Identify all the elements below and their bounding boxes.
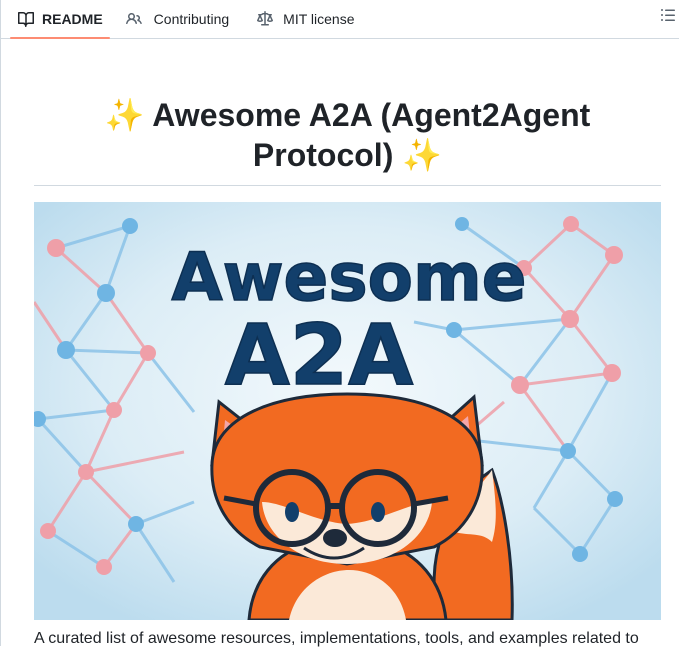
tab-readme[interactable]: README: [10, 0, 110, 39]
readme-intro-text: A curated list of awesome resources, imp…: [34, 630, 639, 647]
readme-title: ✨ Awesome A2A (Agent2Agent Protocol) ✨: [34, 95, 661, 175]
title-divider: [34, 185, 661, 186]
tab-readme-label: README: [42, 11, 103, 27]
sparkles-emoji: ✨: [104, 97, 145, 133]
outline-toggle-button[interactable]: [660, 7, 676, 23]
people-icon: [125, 11, 142, 27]
law-icon: [257, 11, 274, 27]
sparkles-emoji: ✨: [402, 137, 443, 173]
list-unordered-icon: [660, 9, 676, 27]
readme-panel: README Contributing MIT license ✨ Awesom…: [0, 0, 679, 647]
banner-text-a2a: A2A: [225, 306, 413, 404]
tab-contributing[interactable]: Contributing: [125, 0, 230, 38]
tab-contributing-label: Contributing: [153, 11, 230, 27]
readme-title-line1: Awesome A2A (Agent2Agent: [152, 97, 591, 133]
book-icon: [18, 11, 34, 27]
tab-license-label: MIT license: [283, 11, 355, 27]
readme-tabbar: README Contributing MIT license: [1, 0, 679, 39]
tab-license[interactable]: MIT license: [257, 0, 355, 38]
readme-title-line2: Protocol): [252, 137, 394, 173]
banner-image: Awesome A2A: [34, 202, 661, 620]
banner-text-awesome: Awesome: [172, 239, 527, 316]
